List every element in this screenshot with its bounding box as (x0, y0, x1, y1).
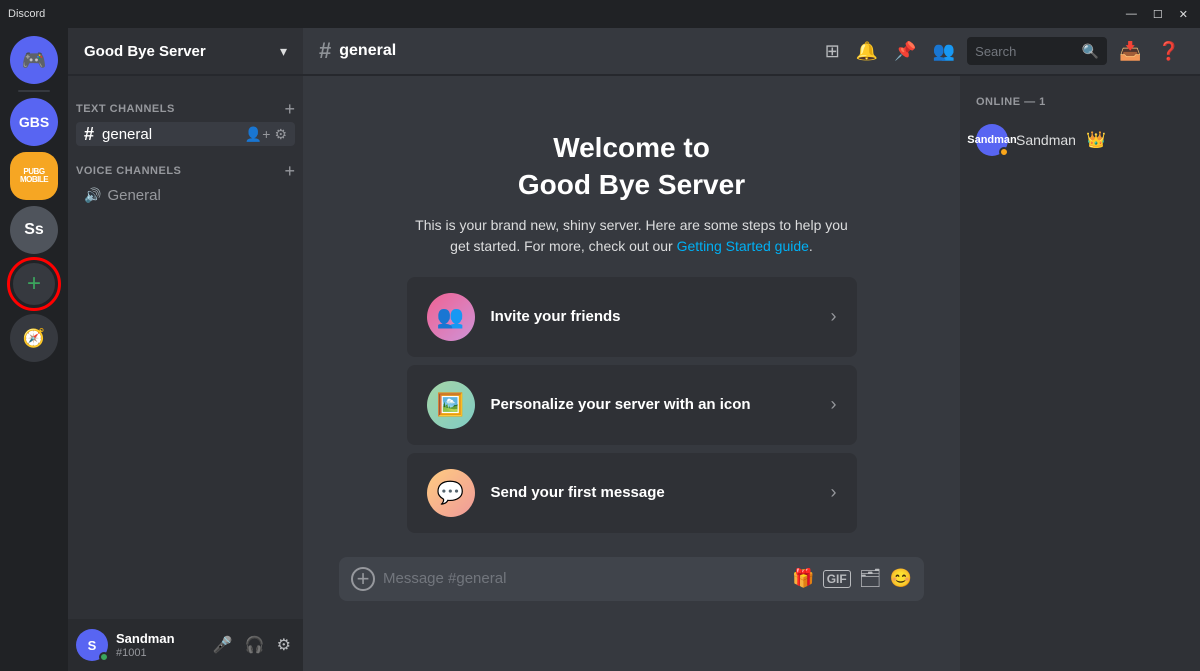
personalize-card[interactable]: 🖼️ Personalize your server with an icon … (407, 365, 857, 445)
speaker-icon: 🔊 (84, 187, 101, 204)
title-bar: Discord — ☐ ✕ (0, 0, 1200, 28)
message-add-button[interactable]: + (351, 567, 375, 591)
members-sidebar: ONLINE — 1 Sandman Sandman 👑 (960, 76, 1200, 671)
add-member-icon[interactable]: 👤+ (245, 126, 271, 143)
server-chevron-icon: ▾ (280, 43, 287, 60)
voice-channel-general[interactable]: 🔊 General (76, 184, 295, 207)
user-settings-button[interactable]: ⚙ (273, 631, 295, 659)
personalize-arrow-icon: › (831, 394, 837, 415)
welcome-container: Welcome to Good Bye Server This is your … (407, 130, 857, 541)
member-item-sandman[interactable]: Sandman Sandman 👑 (968, 120, 1192, 160)
add-text-channel-button[interactable]: + (284, 100, 295, 118)
invite-arrow-icon: › (831, 306, 837, 327)
minimize-button[interactable]: — (1122, 8, 1141, 21)
add-voice-channel-button[interactable]: + (284, 162, 295, 180)
app-body: 🎮 GBS PUBGMOBILE Ss + 🧭 Good Bye Server … (0, 28, 1200, 671)
voice-category-label[interactable]: VOICE CHANNELS (76, 165, 181, 177)
help-button[interactable]: ❓ (1154, 37, 1184, 66)
main-content: # general ⊞ 🔔 📌 👥 Search 🔍 📥 ❓ Welcome t… (303, 28, 1200, 671)
search-box[interactable]: Search 🔍 (967, 37, 1107, 65)
invite-label: Invite your friends (491, 308, 815, 325)
server-name: Good Bye Server (84, 43, 206, 60)
add-server-button[interactable]: + (10, 260, 58, 308)
server-header[interactable]: Good Bye Server ▾ (68, 28, 303, 76)
user-avatar: S (76, 629, 108, 661)
sticker-icon-button[interactable]: 🗂 (859, 568, 882, 589)
invite-friends-card[interactable]: 👥 Invite your friends › (407, 277, 857, 357)
channel-header: # general ⊞ 🔔 📌 👥 Search 🔍 📥 ❓ (303, 28, 1200, 76)
discover-button[interactable]: 🧭 (10, 314, 58, 362)
chat-messages: Welcome to Good Bye Server This is your … (303, 76, 960, 671)
window-controls: — ☐ ✕ (1122, 8, 1192, 21)
getting-started-link[interactable]: Getting Started guide (677, 238, 809, 254)
first-message-arrow-icon: › (831, 482, 837, 503)
channel-name-general: general (102, 126, 239, 143)
gift-icon-button[interactable]: 🎁 (792, 568, 814, 589)
channel-header-name: general (339, 42, 396, 60)
inbox-button[interactable]: 📥 (1115, 37, 1145, 66)
channel-header-hash-icon: # (319, 38, 331, 64)
server-list-divider (18, 90, 50, 92)
voice-channels-category: VOICE CHANNELS + (68, 146, 303, 184)
channel-item-general[interactable]: # general 👤+ ⚙ (76, 122, 295, 146)
user-name: Sandman (116, 631, 201, 647)
personalize-icon: 🖼️ (427, 381, 475, 429)
threads-button[interactable]: ⊞ (821, 37, 844, 66)
welcome-title: Welcome to Good Bye Server (407, 130, 857, 203)
text-category-label[interactable]: TEXT CHANNELS (76, 103, 175, 115)
message-input-icons: 🎁 GIF 🗂 😊 (792, 568, 912, 589)
member-avatar-sandman: Sandman (976, 124, 1008, 156)
user-discriminator: #1001 (116, 647, 201, 659)
online-members-title: ONLINE — 1 (968, 92, 1192, 112)
first-message-icon: 💬 (427, 469, 475, 517)
user-status-dot (99, 652, 109, 662)
server-icon-ss[interactable]: Ss (10, 206, 58, 254)
gif-icon-button[interactable]: GIF (823, 570, 851, 588)
close-button[interactable]: ✕ (1175, 8, 1192, 21)
emoji-icon-button[interactable]: 😊 (890, 568, 912, 589)
member-status-dot (999, 147, 1009, 157)
notifications-button[interactable]: 🔔 (852, 37, 882, 66)
server-icon-home[interactable]: 🎮 (10, 36, 58, 84)
channel-action-icons: 👤+ ⚙ (245, 126, 287, 143)
first-message-card[interactable]: 💬 Send your first message › (407, 453, 857, 533)
server-icon-gbs[interactable]: GBS (10, 98, 58, 146)
member-badge-crown: 👑 (1086, 130, 1106, 150)
message-input-box: + 🎁 GIF 🗂 😊 (339, 557, 924, 601)
maximize-button[interactable]: ☐ (1149, 8, 1167, 21)
headphone-button[interactable]: 🎧 (241, 631, 269, 659)
pinned-button[interactable]: 📌 (890, 37, 920, 66)
voice-channel-name: General (107, 187, 287, 204)
channel-list: TEXT CHANNELS + # general 👤+ ⚙ VOICE CHA… (68, 76, 303, 619)
text-channels-category: TEXT CHANNELS + (68, 84, 303, 122)
message-input[interactable] (383, 570, 784, 587)
channel-settings-icon[interactable]: ⚙ (274, 126, 287, 143)
invite-icon: 👥 (427, 293, 475, 341)
channel-sidebar: Good Bye Server ▾ TEXT CHANNELS + # gene… (68, 28, 303, 671)
welcome-description: This is your brand new, shiny server. He… (407, 215, 857, 257)
member-name-sandman: Sandman (1016, 132, 1076, 148)
channel-hash-icon: # (84, 125, 94, 143)
user-info: Sandman #1001 (116, 631, 201, 659)
microphone-button[interactable]: 🎤 (209, 631, 237, 659)
search-placeholder: Search (975, 44, 1076, 59)
user-controls: 🎤 🎧 ⚙ (209, 631, 295, 659)
personalize-label: Personalize your server with an icon (491, 396, 815, 413)
app-title: Discord (8, 8, 45, 20)
user-area: S Sandman #1001 🎤 🎧 ⚙ (68, 619, 303, 671)
members-button[interactable]: 👥 (929, 37, 959, 66)
search-icon: 🔍 (1082, 43, 1099, 60)
server-icon-pubg[interactable]: PUBGMOBILE (10, 152, 58, 200)
first-message-label: Send your first message (491, 484, 815, 501)
message-input-area: + 🎁 GIF 🗂 😊 (323, 557, 940, 617)
chat-area: Welcome to Good Bye Server This is your … (303, 76, 1200, 671)
server-list: 🎮 GBS PUBGMOBILE Ss + 🧭 (0, 28, 68, 671)
